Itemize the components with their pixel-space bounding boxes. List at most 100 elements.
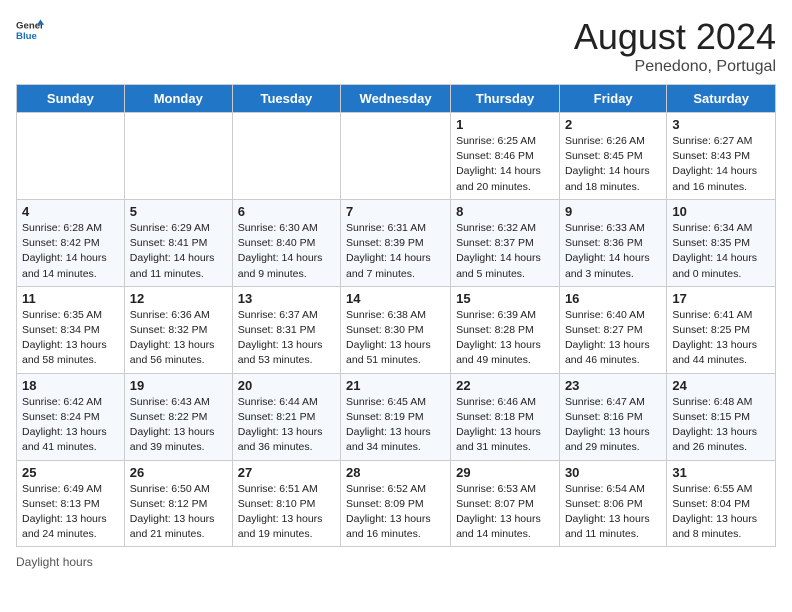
calendar-cell: 29 Sunrise: 6:53 AM Sunset: 8:07 PM Dayli… [451,460,560,547]
weekday-header-monday: Monday [124,85,232,113]
day-number: 24 [672,378,770,393]
calendar-cell: 6Sunrise: 6:30 AM Sunset: 8:40 PM Daylig… [232,199,340,286]
calendar-cell: 26Sunrise: 6:50 AM Sunset: 8:12 PM Dayli… [124,460,232,547]
calendar-week-row: 1 Sunrise: 6:25 AM Sunset: 8:46 PM Daylig… [17,113,776,200]
calendar-cell: 15Sunrise: 6:39 AM Sunset: 8:28 PM Dayli… [451,286,560,373]
day-number: 11 [22,291,119,306]
calendar-cell [17,113,125,200]
day-info: Sunrise: 6:45 AM Sunset: 8:19 PM Dayligh… [346,395,445,456]
calendar-cell: 11 Sunrise: 6:35 AM Sunset: 8:34 PM Dayli… [17,286,125,373]
day-info: Sunrise: 6:32 AM Sunset: 8:37 PM Dayligh… [456,221,554,282]
day-info: Sunrise: 6:44 AM Sunset: 8:21 PM Dayligh… [238,395,335,456]
day-info: Sunrise: 6:25 AM Sunset: 8:46 PM Dayligh… [456,134,554,195]
calendar-cell: 19 Sunrise: 6:43 AM Sunset: 8:22 PM Dayli… [124,373,232,460]
calendar-cell: 27 Sunrise: 6:51 AM Sunset: 8:10 PM Dayli… [232,460,340,547]
day-info: Sunrise: 6:46 AM Sunset: 8:18 PM Dayligh… [456,395,554,456]
calendar-cell: 18Sunrise: 6:42 AM Sunset: 8:24 PM Dayli… [17,373,125,460]
calendar-table: SundayMondayTuesdayWednesdayThursdayFrid… [16,84,776,547]
day-number: 10 [672,204,770,219]
day-info: Sunrise: 6:31 AM Sunset: 8:39 PM Dayligh… [346,221,445,282]
day-info: Sunrise: 6:38 AM Sunset: 8:30 PM Dayligh… [346,308,445,369]
calendar-cell: 14 Sunrise: 6:38 AM Sunset: 8:30 PM Dayli… [341,286,451,373]
calendar-cell: 5Sunrise: 6:29 AM Sunset: 8:41 PM Daylig… [124,199,232,286]
weekday-header-row: SundayMondayTuesdayWednesdayThursdayFrid… [17,85,776,113]
day-info: Sunrise: 6:35 AM Sunset: 8:34 PM Dayligh… [22,308,119,369]
calendar-cell: 12Sunrise: 6:36 AM Sunset: 8:32 PM Dayli… [124,286,232,373]
day-number: 1 [456,117,554,132]
day-info: Sunrise: 6:49 AM Sunset: 8:13 PM Dayligh… [22,482,119,543]
day-info: Sunrise: 6:43 AM Sunset: 8:22 PM Dayligh… [130,395,227,456]
calendar-cell: 8 Sunrise: 6:32 AM Sunset: 8:37 PM Daylig… [451,199,560,286]
day-number: 9 [565,204,661,219]
calendar-cell: 7 Sunrise: 6:31 AM Sunset: 8:39 PM Daylig… [341,199,451,286]
day-info: Sunrise: 6:41 AM Sunset: 8:25 PM Dayligh… [672,308,770,369]
calendar-cell: 13Sunrise: 6:37 AM Sunset: 8:31 PM Dayli… [232,286,340,373]
calendar-cell [232,113,340,200]
day-number: 29 [456,465,554,480]
location-subtitle: Penedono, Portugal [574,58,776,76]
day-number: 31 [672,465,770,480]
weekday-header-friday: Friday [559,85,666,113]
day-info: Sunrise: 6:36 AM Sunset: 8:32 PM Dayligh… [130,308,227,369]
calendar-cell: 30Sunrise: 6:54 AM Sunset: 8:06 PM Dayli… [559,460,666,547]
day-number: 28 [346,465,445,480]
day-number: 20 [238,378,335,393]
day-info: Sunrise: 6:54 AM Sunset: 8:06 PM Dayligh… [565,482,661,543]
calendar-cell [124,113,232,200]
calendar-week-row: 18Sunrise: 6:42 AM Sunset: 8:24 PM Dayli… [17,373,776,460]
weekday-header-tuesday: Tuesday [232,85,340,113]
day-number: 21 [346,378,445,393]
day-info: Sunrise: 6:42 AM Sunset: 8:24 PM Dayligh… [22,395,119,456]
day-number: 7 [346,204,445,219]
calendar-cell: 1 Sunrise: 6:25 AM Sunset: 8:46 PM Daylig… [451,113,560,200]
title-block: August 2024 Penedono, Portugal [574,16,776,76]
day-info: Sunrise: 6:26 AM Sunset: 8:45 PM Dayligh… [565,134,661,195]
calendar-cell: 10Sunrise: 6:34 AM Sunset: 8:35 PM Dayli… [667,199,776,286]
calendar-cell: 25 Sunrise: 6:49 AM Sunset: 8:13 PM Dayli… [17,460,125,547]
day-info: Sunrise: 6:37 AM Sunset: 8:31 PM Dayligh… [238,308,335,369]
calendar-cell: 23Sunrise: 6:47 AM Sunset: 8:16 PM Dayli… [559,373,666,460]
calendar-cell: 22 Sunrise: 6:46 AM Sunset: 8:18 PM Dayli… [451,373,560,460]
calendar-cell [341,113,451,200]
calendar-cell: 3Sunrise: 6:27 AM Sunset: 8:43 PM Daylig… [667,113,776,200]
day-info: Sunrise: 6:28 AM Sunset: 8:42 PM Dayligh… [22,221,119,282]
calendar-cell: 28 Sunrise: 6:52 AM Sunset: 8:09 PM Dayli… [341,460,451,547]
day-info: Sunrise: 6:55 AM Sunset: 8:04 PM Dayligh… [672,482,770,543]
daylight-label: Daylight hours [16,555,93,569]
day-number: 25 [22,465,119,480]
calendar-week-row: 4 Sunrise: 6:28 AM Sunset: 8:42 PM Daylig… [17,199,776,286]
weekday-header-wednesday: Wednesday [341,85,451,113]
calendar-week-row: 11 Sunrise: 6:35 AM Sunset: 8:34 PM Dayli… [17,286,776,373]
day-info: Sunrise: 6:53 AM Sunset: 8:07 PM Dayligh… [456,482,554,543]
day-number: 22 [456,378,554,393]
day-number: 8 [456,204,554,219]
day-info: Sunrise: 6:50 AM Sunset: 8:12 PM Dayligh… [130,482,227,543]
calendar-cell: 20 Sunrise: 6:44 AM Sunset: 8:21 PM Dayli… [232,373,340,460]
month-year-title: August 2024 [574,16,776,58]
day-number: 15 [456,291,554,306]
day-number: 16 [565,291,661,306]
day-info: Sunrise: 6:52 AM Sunset: 8:09 PM Dayligh… [346,482,445,543]
calendar-cell: 24 Sunrise: 6:48 AM Sunset: 8:15 PM Dayli… [667,373,776,460]
calendar-week-row: 25 Sunrise: 6:49 AM Sunset: 8:13 PM Dayli… [17,460,776,547]
calendar-cell: 17Sunrise: 6:41 AM Sunset: 8:25 PM Dayli… [667,286,776,373]
day-number: 14 [346,291,445,306]
calendar-cell: 4 Sunrise: 6:28 AM Sunset: 8:42 PM Daylig… [17,199,125,286]
weekday-header-sunday: Sunday [17,85,125,113]
calendar-cell: 9Sunrise: 6:33 AM Sunset: 8:36 PM Daylig… [559,199,666,286]
logo-icon: General Blue [16,16,44,44]
day-number: 4 [22,204,119,219]
day-info: Sunrise: 6:40 AM Sunset: 8:27 PM Dayligh… [565,308,661,369]
day-number: 2 [565,117,661,132]
day-info: Sunrise: 6:48 AM Sunset: 8:15 PM Dayligh… [672,395,770,456]
day-number: 5 [130,204,227,219]
day-info: Sunrise: 6:51 AM Sunset: 8:10 PM Dayligh… [238,482,335,543]
weekday-header-thursday: Thursday [451,85,560,113]
svg-text:Blue: Blue [16,31,37,42]
weekday-header-saturday: Saturday [667,85,776,113]
calendar-cell: 21 Sunrise: 6:45 AM Sunset: 8:19 PM Dayli… [341,373,451,460]
calendar-cell: 2 Sunrise: 6:26 AM Sunset: 8:45 PM Daylig… [559,113,666,200]
day-number: 19 [130,378,227,393]
day-info: Sunrise: 6:30 AM Sunset: 8:40 PM Dayligh… [238,221,335,282]
day-number: 27 [238,465,335,480]
